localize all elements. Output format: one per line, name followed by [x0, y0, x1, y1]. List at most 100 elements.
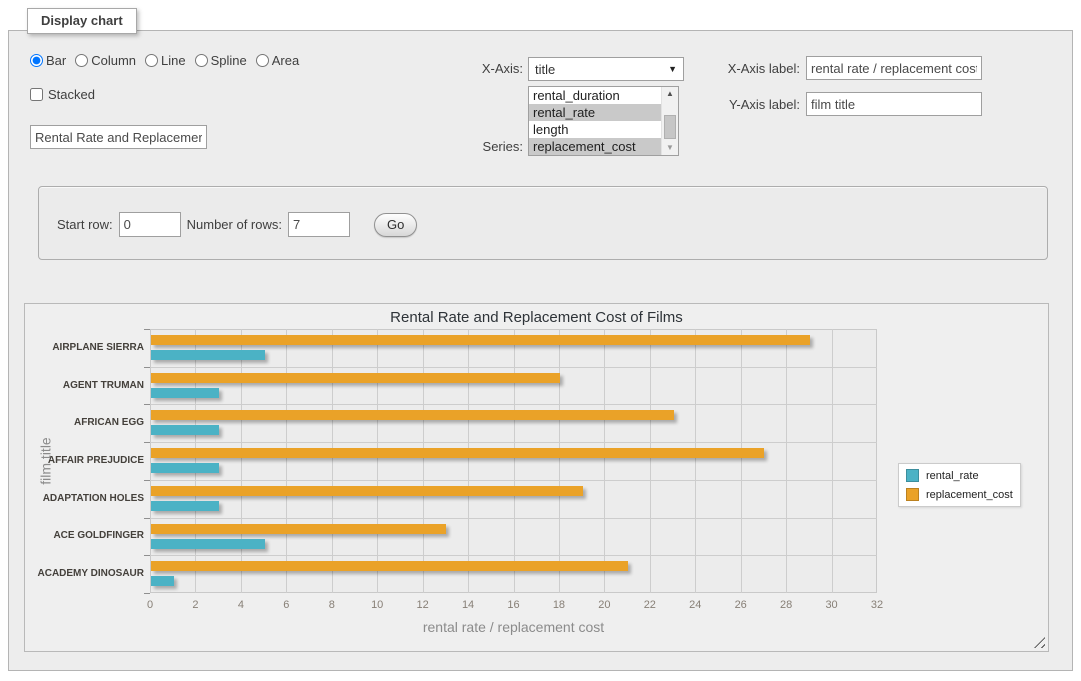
- chart-type-radio-group: Bar Column Line Spline Area: [30, 53, 299, 68]
- x-tick-label: 24: [678, 599, 712, 611]
- bar-replacement_cost[interactable]: [151, 410, 674, 420]
- chart-type-label: Line: [161, 53, 186, 68]
- chart-type-option-column[interactable]: Column: [75, 53, 136, 68]
- scroll-down-icon[interactable]: ▼: [662, 141, 678, 155]
- bar-replacement_cost[interactable]: [151, 373, 560, 383]
- scrollbar-thumb[interactable]: [664, 115, 676, 139]
- series-multiselect[interactable]: rental_durationrental_ratelengthreplacem…: [528, 86, 679, 156]
- chart-title-input[interactable]: [30, 125, 207, 149]
- chart-type-option-line[interactable]: Line: [145, 53, 186, 68]
- series-option-replacement_cost[interactable]: replacement_cost: [529, 138, 661, 155]
- x-axis-select-label: X-Axis:: [428, 61, 523, 76]
- x-tick-label: 6: [269, 599, 303, 611]
- chart-type-label: Bar: [46, 53, 66, 68]
- chart-type-option-bar[interactable]: Bar: [30, 53, 66, 68]
- bar-rental_rate[interactable]: [151, 463, 219, 473]
- chart-type-label: Spline: [211, 53, 247, 68]
- chart-type-option-spline[interactable]: Spline: [195, 53, 247, 68]
- y-axis-label-label: Y-Axis label:: [690, 97, 800, 112]
- x-axis-title: rental rate / replacement cost: [150, 619, 877, 635]
- bar-replacement_cost[interactable]: [151, 335, 810, 345]
- chevron-down-icon: ▼: [668, 64, 677, 74]
- stacked-checkbox[interactable]: [30, 88, 43, 101]
- legend-swatch: [906, 488, 919, 501]
- y-axis-title: film title: [31, 329, 61, 593]
- x-axis-select[interactable]: title ▼: [528, 57, 684, 81]
- gridline-vertical: [786, 329, 787, 593]
- bar-rental_rate[interactable]: [151, 350, 265, 360]
- y-tick-mark: [144, 518, 150, 519]
- scroll-up-icon[interactable]: ▲: [662, 87, 678, 101]
- bar-replacement_cost[interactable]: [151, 448, 764, 458]
- gridline-vertical: [514, 329, 515, 593]
- series-options: rental_durationrental_ratelengthreplacem…: [529, 87, 661, 155]
- y-tick-mark: [144, 593, 150, 594]
- stacked-label: Stacked: [48, 87, 95, 102]
- go-button[interactable]: Go: [374, 213, 417, 237]
- y-tick-mark: [144, 480, 150, 481]
- gridline-vertical: [832, 329, 833, 593]
- series-option-rental_rate[interactable]: rental_rate: [529, 104, 661, 121]
- bar-replacement_cost[interactable]: [151, 561, 628, 571]
- x-tick-label: 8: [315, 599, 349, 611]
- x-tick-label: 2: [178, 599, 212, 611]
- x-tick-label: 22: [633, 599, 667, 611]
- gridline-vertical: [741, 329, 742, 593]
- x-tick-label: 10: [360, 599, 394, 611]
- chart-title: Rental Rate and Replacement Cost of Film…: [25, 309, 1048, 326]
- bar-rental_rate[interactable]: [151, 576, 174, 586]
- stacked-option[interactable]: Stacked: [30, 87, 95, 102]
- start-row-input[interactable]: [119, 212, 181, 237]
- x-tick-label: 0: [133, 599, 167, 611]
- x-tick-label: 18: [542, 599, 576, 611]
- bar-rental_rate[interactable]: [151, 388, 219, 398]
- bar-rental_rate[interactable]: [151, 425, 219, 435]
- chart-type-label: Area: [272, 53, 299, 68]
- x-tick-label: 4: [224, 599, 258, 611]
- rows-controls: Start row: Number of rows: Go: [57, 212, 417, 237]
- gridline-vertical: [423, 329, 424, 593]
- chart-type-radio-spline[interactable]: [195, 54, 208, 67]
- gridline-vertical: [195, 329, 196, 593]
- x-tick-label: 12: [406, 599, 440, 611]
- series-option-rental_duration[interactable]: rental_duration: [529, 87, 661, 104]
- gridline-horizontal: [150, 518, 877, 519]
- bar-replacement_cost[interactable]: [151, 486, 583, 496]
- listbox-scrollbar[interactable]: ▲ ▼: [661, 87, 678, 155]
- gridline-vertical: [559, 329, 560, 593]
- y-tick-mark: [144, 555, 150, 556]
- num-rows-label: Number of rows:: [187, 217, 282, 232]
- bar-rental_rate[interactable]: [151, 539, 265, 549]
- legend-label: rental_rate: [926, 470, 979, 482]
- chart-type-radio-column[interactable]: [75, 54, 88, 67]
- gridline-horizontal: [150, 480, 877, 481]
- fieldset-title: Display chart: [27, 8, 137, 34]
- legend-item-rental_rate: rental_rate: [906, 469, 1013, 482]
- gridline-horizontal: [150, 442, 877, 443]
- y-tick-mark: [144, 329, 150, 330]
- num-rows-input[interactable]: [288, 212, 350, 237]
- y-axis-title-text: film title: [38, 437, 54, 484]
- series-option-length[interactable]: length: [529, 121, 661, 138]
- x-tick-label: 32: [860, 599, 894, 611]
- chart-type-label: Column: [91, 53, 136, 68]
- gridline-vertical: [695, 329, 696, 593]
- gridline-vertical: [468, 329, 469, 593]
- chart-type-radio-bar[interactable]: [30, 54, 43, 67]
- gridline-vertical: [286, 329, 287, 593]
- chart-type-radio-area[interactable]: [256, 54, 269, 67]
- gridline-horizontal: [150, 367, 877, 368]
- bar-rental_rate[interactable]: [151, 501, 219, 511]
- bar-replacement_cost[interactable]: [151, 524, 446, 534]
- y-axis-label-input[interactable]: [806, 92, 982, 116]
- page: Display chart Bar Column Line Spline Area St…: [0, 0, 1081, 681]
- series-select-label: Series:: [428, 139, 523, 154]
- legend-item-replacement_cost: replacement_cost: [906, 488, 1013, 501]
- chart-type-option-area[interactable]: Area: [256, 53, 299, 68]
- resize-handle-icon[interactable]: [1034, 637, 1045, 648]
- chart-legend: rental_rate replacement_cost: [898, 463, 1021, 507]
- x-axis-label-input[interactable]: [806, 56, 982, 80]
- y-tick-mark: [144, 404, 150, 405]
- chart-type-radio-line[interactable]: [145, 54, 158, 67]
- legend-label: replacement_cost: [926, 489, 1013, 501]
